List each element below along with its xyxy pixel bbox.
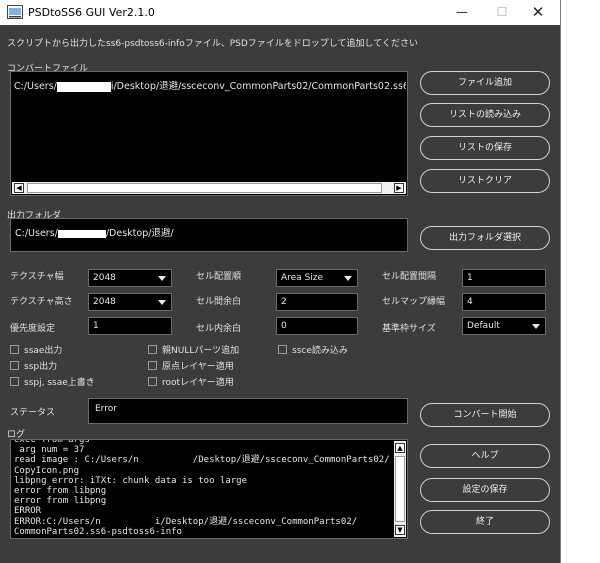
load-list-button[interactable]: リストの読み込み — [420, 103, 550, 127]
file-path-prefix: C:/Users/ — [14, 81, 57, 92]
log-line: ERROR — [14, 506, 42, 517]
scroll-down-icon[interactable]: ▼ — [395, 525, 405, 535]
cell-spacing-label: セル配置間隔 — [382, 272, 437, 282]
log-line: read image : C:/Users/n /Desktop/退避/ssce… — [14, 455, 390, 466]
horizontal-scrollbar[interactable]: ◀ ▶ — [12, 182, 406, 194]
status-label: ステータス — [10, 408, 56, 418]
log-line: ERROR:C:/Users/n i/Desktop/退避/ssceconv_C… — [14, 516, 358, 527]
cellmap-border-label: セルマップ縁幅 — [382, 297, 446, 307]
output-folder-field[interactable]: C:/Users/ /Desktop/退避/ — [10, 218, 408, 252]
minimize-button[interactable]: — — [442, 0, 482, 25]
log-line: error from libpng — [14, 486, 107, 497]
parent-null-checkbox[interactable]: 親NULLパーツ追加 — [148, 345, 239, 357]
cell-inner-padding-input[interactable]: 0 — [276, 317, 358, 335]
cell-order-label: セル配置順 — [196, 272, 242, 282]
close-button[interactable]: ✕ — [518, 0, 558, 25]
base-frame-size-value: Default — [467, 321, 500, 331]
checkbox-label: ssce読み込み — [292, 346, 348, 356]
log-line: CommonParts02.ss6-psdtoss6-info — [14, 526, 182, 537]
log-line: error from libpng — [14, 496, 107, 507]
checkbox-icon — [10, 377, 19, 386]
convert-file-item[interactable]: C:/Users/i/Desktop/退避/ssceconv_CommonPar… — [14, 78, 406, 92]
cell-inner-padding-label: セル内余白 — [196, 324, 242, 334]
cell-spacing-input[interactable]: 1 — [462, 269, 546, 287]
redacted-username — [57, 229, 106, 238]
log-line: arg num = 37 — [14, 445, 85, 456]
cell-padding-label: セル間余白 — [196, 297, 242, 307]
texture-width-label: テクスチャ幅 — [10, 272, 64, 282]
base-frame-size-select[interactable]: Default — [462, 317, 546, 335]
chevron-down-icon — [344, 276, 352, 281]
root-layer-checkbox[interactable]: rootレイヤー適用 — [148, 377, 234, 389]
cell-padding-input[interactable]: 2 — [276, 293, 358, 311]
checkbox-icon — [10, 345, 19, 354]
status-field: Error — [88, 398, 408, 424]
cell-order-value: Area Size — [281, 273, 324, 283]
texture-height-label: テクスチャ高さ — [10, 297, 73, 307]
redacted-username — [56, 81, 111, 92]
add-file-button[interactable]: ファイル追加 — [420, 71, 550, 95]
cell-order-select[interactable]: Area Size — [276, 269, 358, 287]
scroll-left-icon[interactable]: ◀ — [14, 183, 24, 193]
select-output-folder-button[interactable]: 出力フォルダ選択 — [420, 226, 550, 250]
instruction-text: スクリプトから出力したss6-psdtoss6-infoファイル、PSDファイル… — [7, 39, 418, 49]
status-value: Error — [95, 404, 117, 414]
checkbox-icon — [148, 377, 157, 386]
save-list-button[interactable]: リストの保存 — [420, 136, 550, 160]
log-line: libpng error: iTXt: chunk data is too la… — [14, 475, 247, 486]
cellmap-border-input[interactable]: 4 — [462, 293, 546, 311]
chevron-down-icon — [158, 300, 166, 305]
texture-height-value: 2048 — [93, 297, 116, 307]
ssp-output-checkbox[interactable]: ssp出力 — [10, 361, 57, 373]
texture-width-value: 2048 — [93, 273, 116, 283]
output-path-suffix: /Desktop/退避/ — [105, 228, 174, 239]
help-button[interactable]: ヘルプ — [420, 444, 550, 468]
checkbox-label: ssae出力 — [24, 346, 63, 356]
ssae-output-checkbox[interactable]: ssae出力 — [10, 345, 62, 357]
convert-file-list[interactable]: C:/Users/i/Desktop/退避/ssceconv_CommonPar… — [10, 71, 408, 196]
output-path-prefix: C:/Users/ — [15, 228, 58, 239]
checkbox-icon — [148, 361, 157, 370]
log-text: exec from args arg num = 37 read image : … — [14, 440, 392, 537]
vertical-scrollbar[interactable]: ▲ ▼ — [394, 441, 406, 537]
texture-height-select[interactable]: 2048 — [88, 293, 172, 311]
checkbox-label: sspj, ssae上書き — [24, 378, 95, 388]
app-icon — [7, 5, 23, 19]
origin-layer-checkbox[interactable]: 原点レイヤー適用 — [148, 361, 234, 373]
window-title: PSDtoSS6 GUI Ver2.1.0 — [28, 6, 155, 19]
title-bar: PSDtoSS6 GUI Ver2.1.0 — ☐ ✕ — [0, 0, 560, 25]
scroll-right-icon[interactable]: ▶ — [394, 183, 404, 193]
file-path-suffix: i/Desktop/退避/ssceconv_CommonParts02/Comm… — [110, 81, 406, 92]
checkbox-label: rootレイヤー適用 — [162, 378, 234, 388]
priority-input[interactable]: 1 — [88, 317, 172, 335]
start-convert-button[interactable]: コンバート開始 — [420, 403, 550, 427]
priority-label: 優先度設定 — [10, 324, 56, 334]
main-window: PSDtoSS6 GUI Ver2.1.0 — ☐ ✕ スクリプトから出力したs… — [0, 0, 561, 563]
chevron-down-icon — [532, 324, 540, 329]
texture-width-select[interactable]: 2048 — [88, 269, 172, 287]
log-line: CopyIcon.png — [14, 465, 80, 476]
ssce-load-checkbox[interactable]: ssce読み込み — [278, 345, 348, 357]
checkbox-label: 親NULLパーツ追加 — [162, 346, 240, 356]
sspj-overwrite-checkbox[interactable]: sspj, ssae上書き — [10, 377, 95, 389]
scroll-thumb[interactable] — [27, 183, 382, 193]
chevron-down-icon — [158, 276, 166, 281]
log-area[interactable]: exec from args arg num = 37 read image : … — [10, 439, 408, 539]
checkbox-icon — [278, 345, 287, 354]
checkbox-label: ssp出力 — [24, 362, 58, 372]
checkbox-icon — [148, 345, 157, 354]
maximize-button[interactable]: ☐ — [482, 0, 522, 25]
exit-button[interactable]: 終了 — [420, 510, 550, 534]
clear-list-button[interactable]: リストクリア — [420, 169, 550, 193]
checkbox-label: 原点レイヤー適用 — [162, 362, 234, 372]
save-settings-button[interactable]: 設定の保存 — [420, 478, 550, 502]
checkbox-icon — [10, 361, 19, 370]
scroll-thumb[interactable] — [395, 456, 405, 522]
scroll-up-icon[interactable]: ▲ — [395, 443, 405, 453]
base-frame-size-label: 基準枠サイズ — [382, 324, 436, 334]
